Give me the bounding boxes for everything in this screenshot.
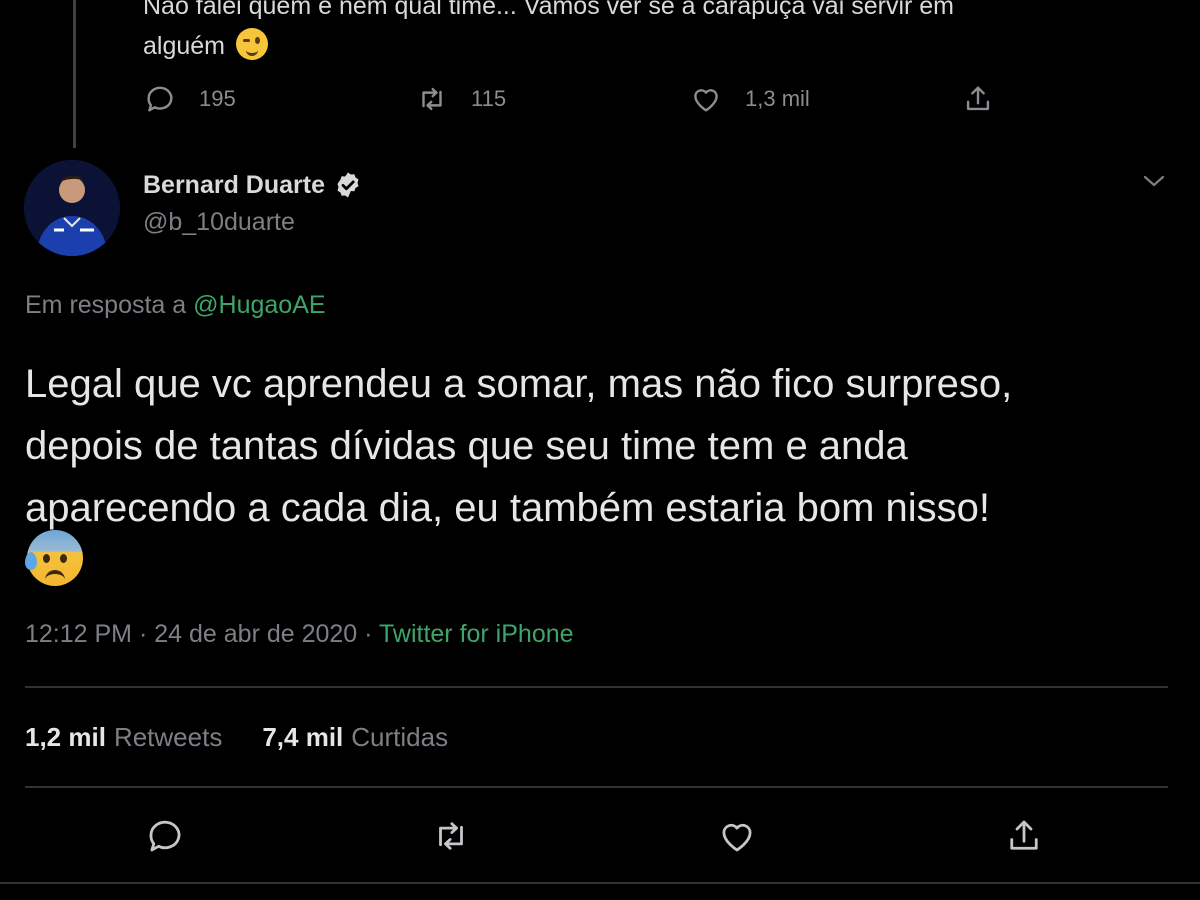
- parent-like-button[interactable]: 1,3 mil: [689, 82, 810, 116]
- tweet-line-3: aparecendo a cada dia, eu também estaria…: [25, 486, 991, 530]
- share-icon: [966, 86, 990, 111]
- thread-connector-line: [73, 0, 76, 148]
- parent-reply-button[interactable]: 195: [143, 82, 236, 116]
- tweet-stats: 1,2 mil Retweets 7,4 mil Curtidas: [25, 722, 488, 753]
- retweet-button[interactable]: [430, 815, 476, 861]
- retweets-count: 1,2 mil: [25, 722, 106, 752]
- reply-button[interactable]: [144, 815, 190, 861]
- reply-context-prefix: Em resposta a: [25, 291, 187, 319]
- reply-icon: [149, 820, 181, 852]
- retweets-label: Retweets: [113, 722, 223, 752]
- heart-icon: [694, 89, 718, 112]
- avatar-image: [24, 160, 120, 256]
- likes-stat[interactable]: 7,4 mil Curtidas: [262, 722, 448, 753]
- reply-mention-link[interactable]: @HugaoAE: [193, 291, 325, 319]
- parent-like-count: 1,3 mil: [745, 86, 810, 111]
- parent-tweet-text: Não falei quem e nem qual time... Vamos …: [143, 0, 1143, 66]
- tweet-date[interactable]: 24 de abr de 2020: [154, 620, 357, 648]
- retweet-icon: [422, 87, 442, 111]
- parent-tweet-actions: 195 115 1,3 mil: [143, 82, 1023, 118]
- verified-badge-icon: [337, 172, 359, 198]
- parent-retweet-button[interactable]: 115: [415, 82, 506, 116]
- divider: [25, 786, 1168, 788]
- parent-tweet-line-2: alguém: [143, 32, 225, 60]
- share-icon: [1010, 820, 1038, 850]
- divider: [0, 882, 1200, 884]
- parent-retweet-count: 115: [471, 86, 507, 111]
- tweet-time[interactable]: 12:12 PM: [25, 620, 132, 648]
- divider: [25, 686, 1168, 688]
- author-avatar[interactable]: [24, 160, 120, 256]
- parent-share-button[interactable]: [961, 82, 1017, 116]
- retweets-stat[interactable]: 1,2 mil Retweets: [25, 722, 222, 753]
- tweet-text: Legal que vc aprendeu a somar, mas não f…: [25, 353, 1185, 539]
- author-handle[interactable]: @b_10duarte: [143, 208, 295, 237]
- reply-icon: [147, 86, 173, 112]
- reply-context: Em resposta a @HugaoAE: [25, 291, 326, 320]
- retweet-icon: [439, 822, 463, 850]
- parent-reply-count: 195: [199, 86, 236, 111]
- tweet-line-1: Legal que vc aprendeu a somar, mas não f…: [25, 362, 1013, 406]
- tweet-source-link[interactable]: Twitter for iPhone: [379, 620, 574, 648]
- share-button[interactable]: [1003, 815, 1049, 861]
- meta-separator: ·: [138, 620, 148, 648]
- likes-label: Curtidas: [351, 722, 449, 752]
- author-name[interactable]: Bernard Duarte: [143, 170, 363, 200]
- tweet-action-bar: [0, 815, 1200, 861]
- tweet-metadata: 12:12 PM · 24 de abr de 2020 · Twitter f…: [25, 620, 574, 649]
- likes-count: 7,4 mil: [262, 722, 344, 752]
- heart-icon: [722, 823, 752, 852]
- anxious-face-with-sweat-icon: [25, 530, 83, 586]
- parent-tweet-line-1: Não falei quem e nem qual time... Vamos …: [143, 0, 954, 20]
- author-display-name: Bernard Duarte: [143, 170, 325, 199]
- like-button[interactable]: [716, 815, 762, 861]
- chevron-down-icon[interactable]: [1140, 170, 1168, 192]
- meta-separator: ·: [364, 620, 373, 648]
- winking-face-icon: [235, 28, 268, 61]
- tweet-line-2: depois de tantas dívidas que seu time te…: [25, 424, 908, 468]
